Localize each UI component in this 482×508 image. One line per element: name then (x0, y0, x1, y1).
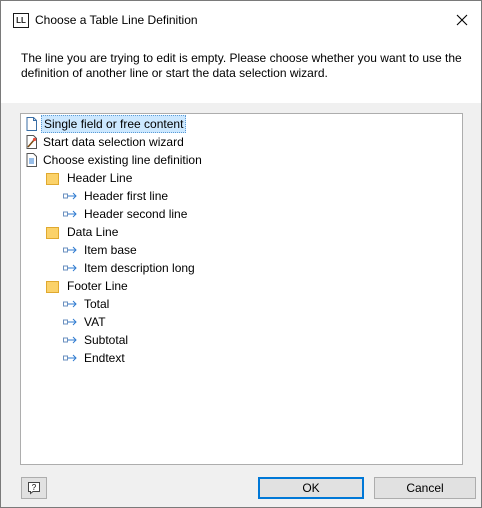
tree-item-vat[interactable]: VAT (63, 313, 108, 331)
help-glyph: ? (32, 483, 37, 492)
close-button[interactable] (451, 9, 473, 31)
tree-item-label: Item base (84, 243, 137, 257)
tree-item-item-base[interactable]: Item base (63, 241, 139, 259)
line-arrow-icon (63, 210, 77, 218)
tree-item-label: Data Line (67, 225, 119, 239)
tree-item-label: Footer Line (67, 279, 128, 293)
instruction-text: The line you are trying to edit is empty… (21, 51, 462, 80)
line-arrow-icon (63, 300, 77, 308)
line-arrow-icon (63, 192, 77, 200)
tree-item-label: Header first line (84, 189, 169, 203)
tree-item-subtotal[interactable]: Subtotal (63, 331, 130, 349)
help-button[interactable]: ? (21, 477, 47, 499)
tree-item-label: Subtotal (84, 333, 129, 347)
tree-item-label: Single field or free content (41, 115, 187, 133)
document-list-icon (26, 153, 37, 167)
tree-item-label: Header Line (67, 171, 133, 185)
tree-item-start-wizard[interactable]: Start data selection wizard (25, 133, 186, 151)
folder-icon (46, 227, 59, 239)
window-title: Choose a Table Line Definition (35, 13, 198, 27)
close-icon (456, 14, 468, 26)
dialog-window: LL Choose a Table Line Definition The li… (0, 0, 482, 508)
tree-folder-header-line[interactable]: Header Line (46, 169, 134, 187)
list-label-app-icon: LL (13, 13, 29, 28)
tree-item-label: Header second line (84, 207, 188, 221)
tree-item-label: Item description long (84, 261, 195, 275)
folder-icon (46, 173, 59, 185)
line-arrow-icon (63, 264, 77, 272)
tree-item-label: Start data selection wizard (43, 135, 184, 149)
cancel-button[interactable]: Cancel (374, 477, 476, 499)
tree-item-header-first-line[interactable]: Header first line (63, 187, 170, 205)
message-panel: The line you are trying to edit is empty… (1, 41, 481, 103)
tree-item-label: VAT (84, 315, 106, 329)
tree-item-endtext[interactable]: Endtext (63, 349, 127, 367)
line-arrow-icon (63, 318, 77, 326)
wizard-icon (26, 135, 37, 149)
tree-item-label: Choose existing line definition (43, 153, 202, 167)
tree-item-label: Endtext (84, 351, 125, 365)
folder-icon (46, 281, 59, 293)
tree-item-header-second-line[interactable]: Header second line (63, 205, 189, 223)
tree-folder-data-line[interactable]: Data Line (46, 223, 120, 241)
line-arrow-icon (63, 336, 77, 344)
line-definition-tree[interactable]: Single field or free content Start data … (20, 113, 463, 465)
tree-item-total[interactable]: Total (63, 295, 111, 313)
help-icon: ? (28, 482, 40, 495)
tree-item-label: Total (84, 297, 110, 311)
tree-item-item-description-long[interactable]: Item description long (63, 259, 197, 277)
tree-folder-footer-line[interactable]: Footer Line (46, 277, 130, 295)
tree-item-choose-existing[interactable]: Choose existing line definition (25, 151, 204, 169)
title-bar: LL Choose a Table Line Definition (1, 1, 481, 41)
tree-item-single-field[interactable]: Single field or free content (25, 115, 187, 133)
document-icon (26, 117, 37, 131)
ok-button[interactable]: OK (258, 477, 364, 499)
line-arrow-icon (63, 246, 77, 254)
line-arrow-icon (63, 354, 77, 362)
